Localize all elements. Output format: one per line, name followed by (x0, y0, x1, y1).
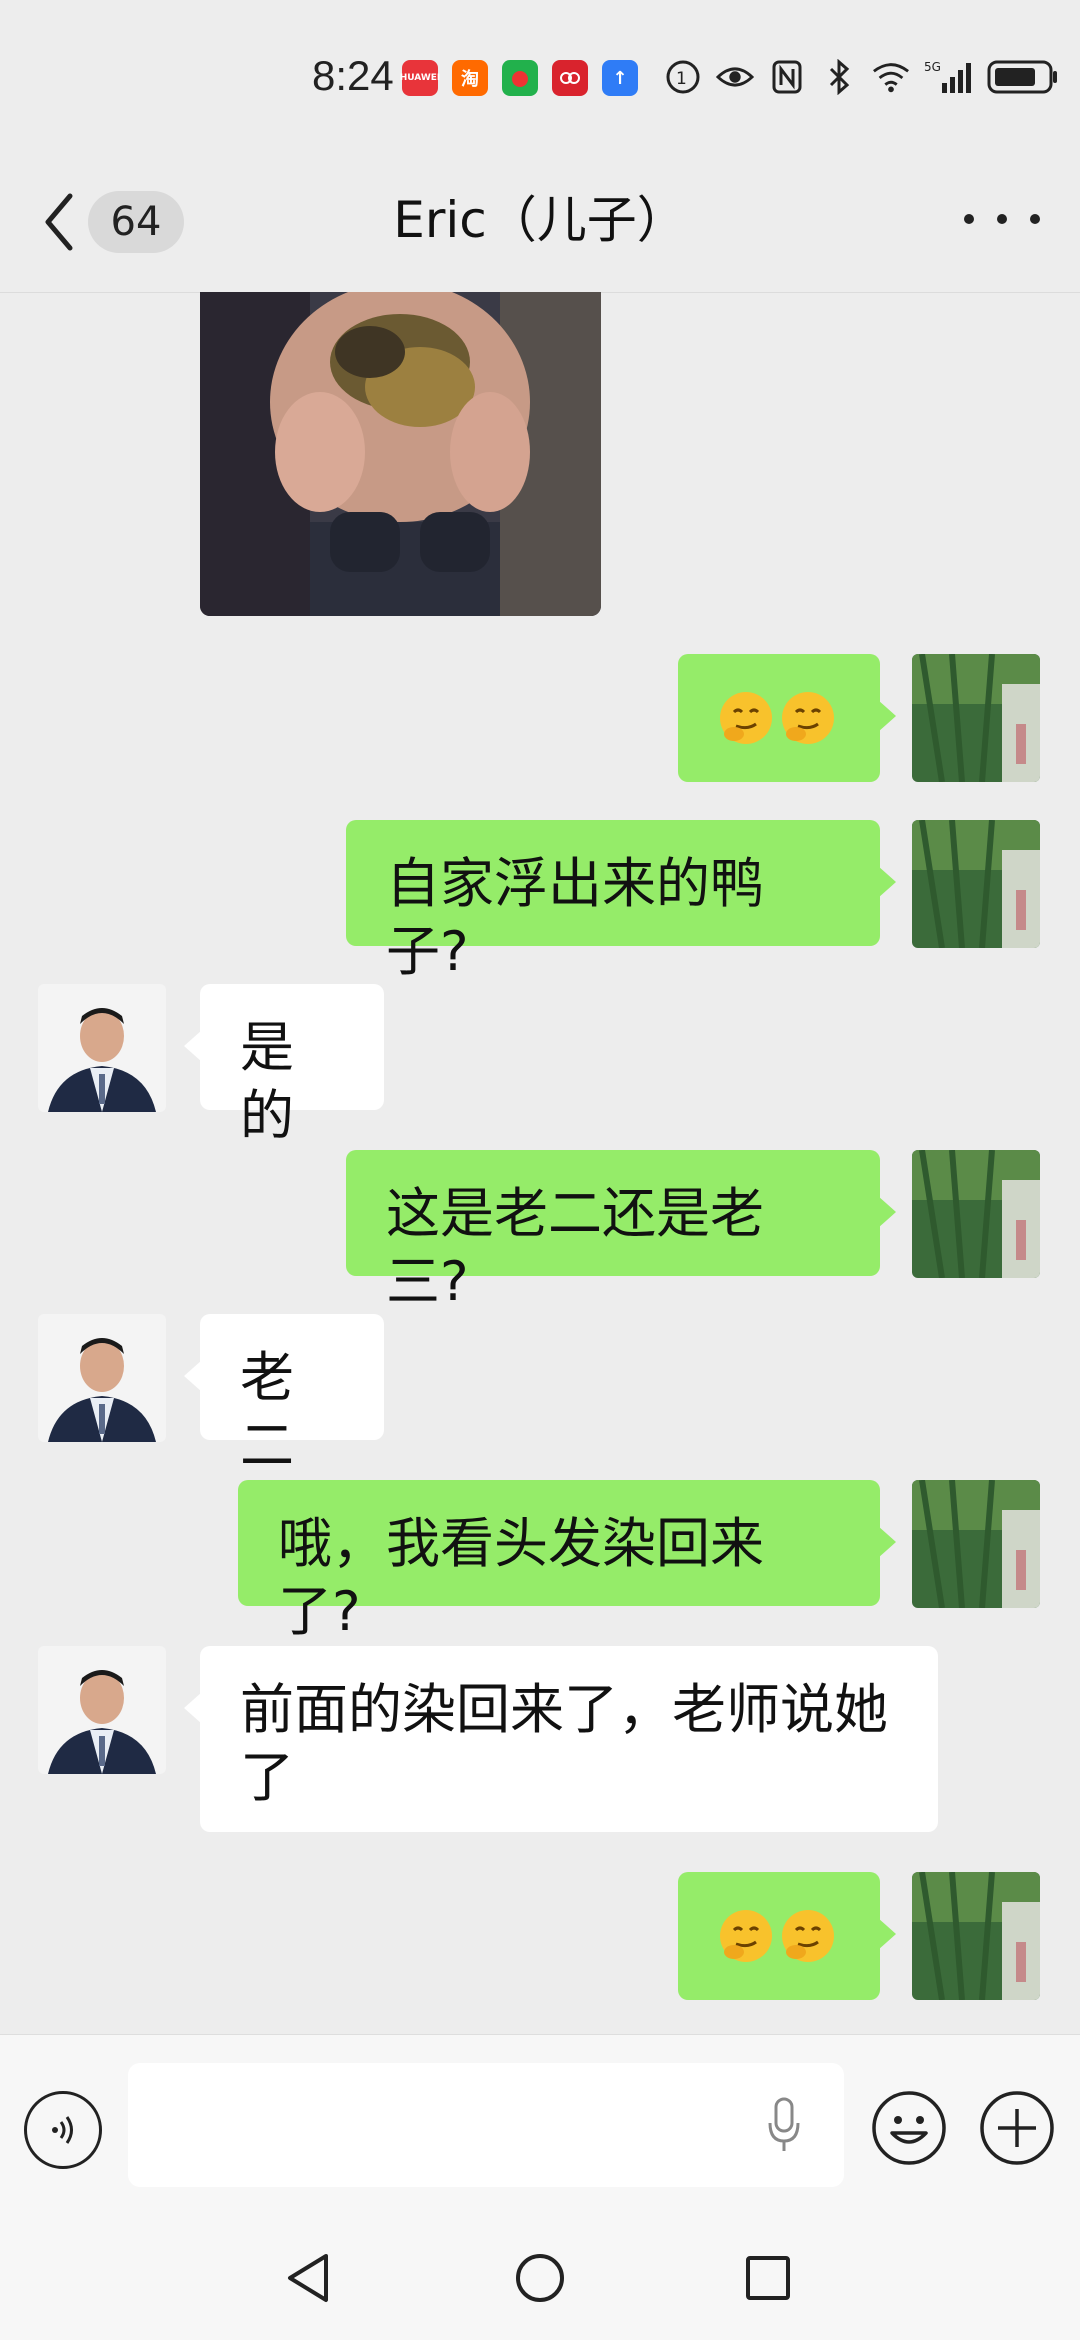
voice-input-button[interactable] (24, 2091, 102, 2169)
bamboo-avatar-image (912, 1480, 1040, 1608)
thinking-face-emoji (720, 1910, 772, 1962)
message-list[interactable]: 自家浮出来的鸭子? 是的 这是老二还是老三? 老二 哦，我看头发染回来了? 前面… (0, 292, 1080, 2034)
message-line: 前面的染回来了，老师说她 (240, 1678, 888, 1741)
message-bubble-text[interactable]: 老二 (184, 1314, 384, 1477)
message-bubble-text[interactable]: 是的 (184, 984, 384, 1147)
nav-home-icon[interactable] (510, 2248, 570, 2308)
man-in-suit-avatar-image (38, 1646, 166, 1774)
nav-recents-icon[interactable] (738, 2248, 798, 2308)
plus-icon[interactable] (978, 2089, 1056, 2167)
nav-back-icon[interactable] (280, 2248, 340, 2308)
message-bubble-text[interactable]: 前面的染回来了，老师说她 了 (184, 1646, 938, 1832)
signal-icon: 5G (924, 58, 972, 96)
voice-icon (52, 2116, 73, 2144)
red-app-icon (552, 60, 588, 96)
bamboo-avatar-image (912, 820, 1040, 948)
input-bar (0, 2034, 1080, 2225)
my-avatar[interactable] (912, 1872, 1040, 2000)
bamboo-avatar-image (912, 654, 1040, 782)
nfc-icon (768, 58, 806, 96)
battery-icon (986, 58, 1060, 96)
duckling-photo (200, 292, 601, 616)
bamboo-avatar-image (912, 1872, 1040, 2000)
bluetooth-icon (820, 58, 858, 96)
data-saver-icon: 1 (664, 58, 702, 96)
thinking-face-emoji (782, 692, 834, 744)
chat-header: 64 Eric（儿子） (0, 150, 1080, 293)
my-avatar[interactable] (912, 654, 1040, 782)
man-in-suit-avatar-image (38, 984, 166, 1112)
system-icons: 1 5G (664, 58, 1060, 96)
image-message[interactable] (200, 292, 601, 616)
fruit-app-icon (502, 60, 538, 96)
eye-icon (716, 58, 754, 96)
mic-icon[interactable] (766, 2095, 802, 2155)
message-bubble-text[interactable]: 哦，我看头发染回来了? (238, 1480, 896, 1643)
message-bubble-text[interactable]: 自家浮出来的鸭子? (346, 820, 896, 983)
message-input[interactable] (128, 2063, 844, 2187)
contact-avatar[interactable] (38, 1314, 166, 1442)
thinking-face-emoji (720, 692, 772, 744)
thinking-face-emoji (782, 1910, 834, 1962)
my-avatar[interactable] (912, 1150, 1040, 1278)
message-bubble-text[interactable]: 这是老二还是老三? (346, 1150, 896, 1313)
contact-avatar[interactable] (38, 984, 166, 1112)
upload-app-icon: ↑ (602, 60, 638, 96)
bamboo-avatar-image (912, 1150, 1040, 1278)
contact-avatar[interactable] (38, 1646, 166, 1774)
message-bubble-emoji[interactable] (678, 1872, 896, 2000)
chat-title: Eric（儿子） (393, 191, 687, 249)
notification-icons: HUAWEI 淘 ↑ (400, 60, 638, 96)
man-in-suit-avatar-image (38, 1314, 166, 1442)
message-bubble-emoji[interactable] (678, 654, 896, 782)
emoji-icon[interactable] (870, 2089, 948, 2167)
more-dots-icon (964, 214, 974, 224)
my-avatar[interactable] (912, 1480, 1040, 1608)
wifi-icon (872, 58, 910, 96)
emoji-row (718, 684, 840, 746)
my-avatar[interactable] (912, 820, 1040, 948)
network-label: 5G (924, 60, 941, 74)
status-time: 8:24 (312, 52, 394, 99)
huawei-appgallery-icon: HUAWEI (400, 60, 440, 96)
system-navigation-bar (0, 2224, 1080, 2340)
svg-text:1: 1 (676, 69, 687, 89)
message-line: 了 (240, 1746, 294, 1809)
status-bar: 8:24 HUAWEI 淘 ↑ 1 5G (0, 0, 1080, 150)
more-options-button[interactable] (964, 196, 1040, 242)
taobao-icon: 淘 (452, 60, 488, 96)
emoji-row (718, 1902, 840, 1964)
